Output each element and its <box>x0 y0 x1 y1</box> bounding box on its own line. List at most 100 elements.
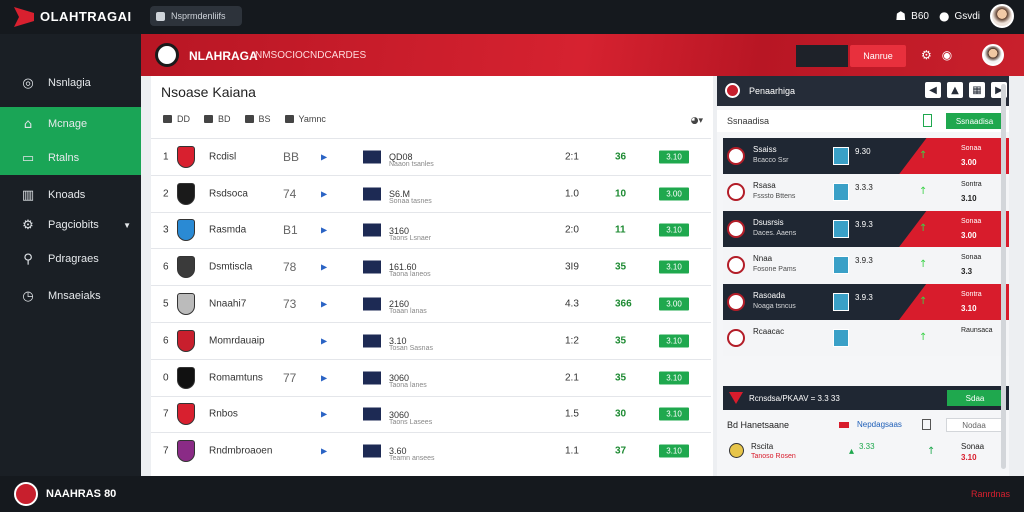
options-icon[interactable]: ◕▾ <box>691 116 703 126</box>
tag-icon: ⚲ <box>23 251 33 267</box>
odds-badge[interactable]: 3.10 <box>659 223 689 237</box>
grid-icon[interactable]: ▦ <box>969 82 985 98</box>
sidebar-item-6[interactable]: ◷ Mnsaeiaks <box>0 279 141 313</box>
search-input[interactable]: Nsprmdenliifs <box>150 6 242 26</box>
banner-avatar[interactable] <box>982 44 1004 66</box>
section-button[interactable]: Nodaa <box>946 418 1002 432</box>
standings-filters: DD BD BS Yamnc <box>163 114 326 124</box>
filter-2[interactable]: BS <box>244 114 271 124</box>
table-row[interactable]: 5 Nnaahi7 73 ▶ 2160 Toaan lanas 4.3 366 … <box>151 285 711 322</box>
odds-badge[interactable]: 3.00 <box>659 297 689 311</box>
sidebar-item-5[interactable]: ⚲ Pdragraes <box>0 242 141 276</box>
filter-label: Yamnc <box>298 114 326 124</box>
match-row[interactable]: Rasoada Noaga tsncus 3.9.3 ↑ Sontra 3.10 <box>723 283 1009 320</box>
prev-icon[interactable]: ◀ <box>925 82 941 98</box>
play-icon[interactable]: ▶ <box>321 263 327 272</box>
play-icon[interactable]: ▶ <box>321 152 327 161</box>
filter-label: DD <box>177 114 190 124</box>
score: 2:1 <box>565 151 579 163</box>
team-number: 73 <box>283 297 297 312</box>
brand-name[interactable]: OLAHTRAGAI <box>40 9 132 24</box>
play-icon[interactable]: ▶ <box>321 373 327 382</box>
match-row[interactable]: Dsusrsis Daces. Aaens 3.9.3 ↑ Sonaa 3.00 <box>723 210 1009 248</box>
match-row[interactable]: Nnaa Fosone Pams 3.9.3 ↑ Sonaa 3.3 <box>723 247 1009 284</box>
sidebar-item-label: Mcnage <box>48 118 88 130</box>
table-row[interactable]: 1 Rcdisl BB ▶ QD08 Naaon tsanles 2:1 36 … <box>151 138 711 175</box>
play-icon[interactable]: ▶ <box>321 336 327 345</box>
team-crest-icon <box>177 366 195 389</box>
league-banner: NLAHRAGA NMSOCIOCNDCARDES Nanrue ⚙ ◉ <box>141 34 1024 76</box>
team-crest-icon <box>177 329 195 352</box>
avatar[interactable] <box>990 4 1014 28</box>
match-team: Rasoada <box>753 290 786 300</box>
brand-logo-icon[interactable] <box>14 7 34 27</box>
table-row[interactable]: 7 Rndmbroaoen ▶ 3.60 Teamn ansees 1.1 37… <box>151 432 711 469</box>
chat-menu[interactable]: ● Gsvdi <box>939 9 980 23</box>
up-icon[interactable]: ▲ <box>947 82 963 98</box>
play-icon[interactable]: ▶ <box>321 189 327 198</box>
checkbox[interactable] <box>923 114 932 127</box>
globe-icon[interactable]: ◉ <box>942 48 952 62</box>
green-stat: 30 <box>615 408 627 420</box>
opponent-crest-icon <box>833 219 849 238</box>
team-crest-icon <box>177 145 195 168</box>
table-row[interactable]: 6 Momrdauaip ▶ 3.10 Tosan Sasnas 1:2 35 … <box>151 321 711 359</box>
odds-badge[interactable]: 3.10 <box>659 260 689 274</box>
table-row[interactable]: 7 Rnbos ▶ 3060 Taons Lasees 1.5 30 3.10 <box>151 395 711 433</box>
table-row[interactable]: 0 Romamtuns 77 ▶ 3060 Taona lanes 2.1 35… <box>151 358 711 396</box>
bottom-bar: NAAHRAS 80 Ranrdnas <box>0 476 1024 512</box>
match-logo-icon <box>363 371 381 385</box>
play-icon[interactable]: ▶ <box>321 447 327 456</box>
play-icon[interactable]: ▶ <box>321 410 327 419</box>
play-icon[interactable]: ▶ <box>321 226 327 235</box>
table-row[interactable]: 2 Rsdsoca 74 ▶ S6.M Sonaa tasnes 1.0 10 … <box>151 174 711 212</box>
sidebar-item-2[interactable]: ▭ Rtalns <box>0 141 141 175</box>
gear-icon[interactable]: ⚙ <box>921 48 932 62</box>
filter-1[interactable]: BD <box>204 114 231 124</box>
opponent-crest-icon <box>833 147 849 165</box>
odds-badge[interactable]: 3.10 <box>659 334 689 348</box>
banner-title: NLAHRAGA <box>189 49 258 63</box>
match-row[interactable]: Rsasa Fsssto Bttens 3.3.3 ↑ Sontra 3.10 <box>723 174 1009 211</box>
play-icon[interactable]: ▶ <box>321 300 327 309</box>
pin-icon <box>284 115 294 123</box>
building-icon: ▥ <box>21 187 35 203</box>
table-row[interactable]: 3 Rasmda B1 ▶ 3160 Taons Lsnaer 2:0 11 3… <box>151 211 711 249</box>
match-row[interactable]: Rcaacac ↑ Raunsaca <box>723 319 1009 357</box>
match-row[interactable]: Ssaiss Bcacco Ssr 9.30 ↑ Sonaa 3.00 <box>723 138 1009 175</box>
green-stat: 35 <box>615 335 627 347</box>
sidebar-item-3[interactable]: ▥ Knoads <box>0 178 141 212</box>
banner-button[interactable]: Nanrue <box>850 45 906 67</box>
table-row[interactable]: 6 Dsmtiscla 78 ▶ 161.60 Taona laneos 3I9… <box>151 248 711 285</box>
sidebar-item-4[interactable]: ⚙ Pagciobits ▼ <box>0 208 141 242</box>
footer-link[interactable]: Ranrdnas <box>971 489 1010 499</box>
matches-sub-button[interactable]: Ssnaadisa <box>946 113 1003 129</box>
matches-scrollbar[interactable] <box>1001 84 1006 469</box>
user-menu[interactable]: ☗ B60 <box>895 9 929 23</box>
opponent-crest-icon <box>833 183 849 202</box>
copy-icon[interactable] <box>922 419 931 430</box>
match-detail: Taons Lasees <box>389 418 433 426</box>
green-stat: 35 <box>615 372 627 384</box>
sidebar-item-1[interactable]: ⌂ Mcnage <box>0 107 141 141</box>
match-logo-icon <box>363 150 381 164</box>
match-mid: 3.9.3 <box>855 256 873 266</box>
summary-button[interactable]: Sdaa <box>947 390 1003 406</box>
club-logo-icon[interactable] <box>14 482 38 506</box>
green-stat: 37 <box>615 445 627 457</box>
match-sub: Fosone Pams <box>753 266 797 274</box>
odds-badge[interactable]: 3.10 <box>659 444 689 458</box>
odds-badge[interactable]: 3.10 <box>659 150 689 164</box>
match-detail: Taons Lsnaer <box>389 234 432 242</box>
team-crest-icon <box>177 293 195 316</box>
odds-badge[interactable]: 3.00 <box>659 187 689 201</box>
team-crest-icon <box>727 183 745 202</box>
odds-badge[interactable]: 3.10 <box>659 371 689 385</box>
filter-0[interactable]: DD <box>163 114 190 124</box>
match-logo-icon <box>363 407 381 421</box>
filter-3[interactable]: Yamnc <box>284 114 326 124</box>
sidebar-item-0[interactable]: ◎ Nsnlagia <box>0 66 141 100</box>
section-link[interactable]: Nepdagsaas <box>857 420 902 429</box>
mini-match[interactable]: Rscita Tanoso Rosen ▴ 3.33 ↑ Sonaa 3.10 <box>723 438 999 465</box>
odds-badge[interactable]: 3.10 <box>659 407 689 421</box>
